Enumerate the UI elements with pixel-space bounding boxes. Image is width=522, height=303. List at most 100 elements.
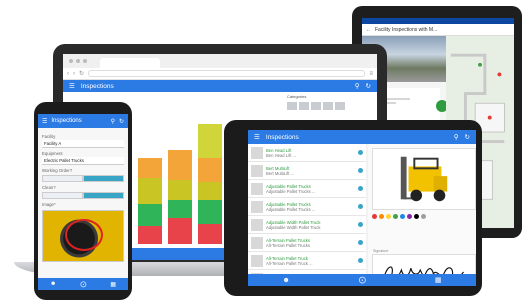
color-swatch[interactable] bbox=[400, 214, 405, 219]
front-tablet-screen: ☰ Inspections ⚲ ↻ Ben Head Lift Ben Head … bbox=[248, 130, 476, 286]
color-swatch[interactable] bbox=[386, 214, 391, 219]
search-icon[interactable]: ⚲ bbox=[454, 133, 459, 141]
color-swatch[interactable] bbox=[379, 214, 384, 219]
compass-icon[interactable]: ⨀ bbox=[359, 276, 366, 284]
chart-bar-segment bbox=[138, 226, 162, 244]
color-swatch[interactable] bbox=[421, 214, 426, 219]
refresh-icon[interactable]: ↻ bbox=[465, 133, 470, 141]
chevron-right-icon[interactable] bbox=[358, 258, 363, 263]
chart-bar-segment bbox=[168, 218, 192, 244]
clean-label: Clean? bbox=[42, 185, 56, 190]
toggle-option[interactable] bbox=[42, 192, 83, 199]
forward-arrow-icon[interactable]: › bbox=[73, 71, 75, 77]
list-item[interactable]: Adjustable Pallet Trucks Adjustable Palle… bbox=[248, 198, 366, 216]
laptop-app-bar: ☰ Inspections ⚲ ↻ bbox=[63, 80, 377, 92]
list-item[interactable]: Adjustable Pallet Trucks Adjustable Palle… bbox=[248, 180, 366, 198]
category-thumb[interactable] bbox=[323, 102, 333, 110]
back-tablet-toolbar: ← Facility Inspections with M... bbox=[362, 24, 514, 36]
app-title: Inspections bbox=[80, 82, 114, 90]
list-item-subtitle: Ben Head Lift ... bbox=[266, 152, 297, 158]
annotation-circle bbox=[65, 219, 103, 251]
list-item-text: All-Terrain Pallet Truck All-Terrain Pall… bbox=[266, 256, 355, 266]
list-item[interactable]: All-Terrain Pallet Trucks All-Terrain Pal… bbox=[248, 234, 366, 252]
clean-toggle[interactable] bbox=[42, 192, 124, 199]
color-swatch[interactable] bbox=[407, 214, 412, 219]
browser-menu-icon[interactable]: ≡ bbox=[369, 71, 373, 77]
address-bar[interactable] bbox=[88, 70, 366, 77]
chart-bar-segment bbox=[198, 224, 222, 244]
list-item-text: Adjustable Pallet Trucks Adjustable Palle… bbox=[266, 184, 355, 194]
list-item[interactable]: Adjustable Width Pallet Truck Adjustable … bbox=[248, 216, 366, 234]
front-tablet-bottom-nav: ☻ ⨀ ▦ bbox=[248, 274, 476, 286]
image-label: Image* bbox=[42, 202, 56, 207]
team-icon[interactable]: ☻ bbox=[50, 281, 56, 287]
toggle-option[interactable] bbox=[42, 175, 83, 182]
compass-icon[interactable]: ⨀ bbox=[80, 281, 86, 288]
working-order-label: Working Order? bbox=[42, 168, 73, 173]
list-item-subtitle: Adjustable Pallet Trucks ... bbox=[266, 188, 316, 194]
browser-toolbar: ‹ › ↻ ≡ bbox=[63, 68, 377, 80]
refresh-icon[interactable]: ↻ bbox=[119, 118, 124, 125]
equipment-thumbnail bbox=[251, 236, 263, 249]
reload-icon[interactable]: ↻ bbox=[79, 70, 84, 77]
list-item-subtitle: All-Terrain Pallet Trucks bbox=[266, 242, 310, 248]
window-minimize-icon[interactable] bbox=[76, 59, 80, 63]
chevron-right-icon[interactable] bbox=[358, 204, 363, 209]
hamburger-menu-icon[interactable]: ☰ bbox=[69, 82, 75, 90]
equipment-thumbnail bbox=[251, 254, 263, 267]
working-order-toggle[interactable] bbox=[42, 175, 124, 182]
hamburger-menu-icon[interactable]: ☰ bbox=[42, 118, 47, 125]
search-icon[interactable]: ⚲ bbox=[355, 82, 360, 90]
color-swatch[interactable] bbox=[372, 214, 377, 219]
back-tablet-title: Facility Inspections with M... bbox=[375, 26, 438, 33]
list-item-text: Bert MultiLift Bert MultiLift ... bbox=[266, 166, 355, 176]
category-thumb[interactable] bbox=[287, 102, 297, 110]
equipment-thumbnail bbox=[251, 164, 263, 177]
browser-tab[interactable] bbox=[100, 58, 160, 68]
toggle-option-selected[interactable] bbox=[83, 175, 124, 182]
calendar-icon[interactable]: ▦ bbox=[110, 281, 116, 288]
list-item[interactable]: Bert MultiLift Bert MultiLift ... bbox=[248, 162, 366, 180]
list-item-subtitle: Bert MultiLift ... bbox=[266, 170, 294, 176]
chevron-right-icon[interactable] bbox=[358, 150, 363, 155]
chevron-right-icon[interactable] bbox=[358, 240, 363, 245]
back-arrow-icon[interactable]: ← bbox=[366, 27, 371, 33]
front-tablet-device: ☰ Inspections ⚲ ↻ Ben Head Lift Ben Head … bbox=[224, 120, 482, 296]
color-swatch[interactable] bbox=[393, 214, 398, 219]
front-tablet-app-bar: ☰ Inspections ⚲ ↻ bbox=[248, 130, 476, 144]
list-item-subtitle: Adjustable Pallet Trucks ... bbox=[266, 206, 316, 212]
search-icon[interactable]: ⚲ bbox=[111, 118, 115, 125]
calendar-icon[interactable]: ▦ bbox=[435, 276, 442, 284]
equipment-thumbnail bbox=[251, 200, 263, 213]
chevron-right-icon[interactable] bbox=[358, 186, 363, 191]
equipment-thumbnail bbox=[251, 182, 263, 195]
category-thumb[interactable] bbox=[299, 102, 309, 110]
list-item[interactable]: Ben Head Lift Ben Head Lift ... bbox=[248, 144, 366, 162]
list-item-text: Adjustable Width Pallet Truck Adjustable … bbox=[266, 220, 355, 230]
equipment-detail-panel: Signature bbox=[368, 144, 476, 286]
toggle-option-selected[interactable] bbox=[83, 192, 124, 199]
facility-field[interactable]: Facility A bbox=[42, 140, 124, 148]
app-title: Inspections bbox=[265, 133, 299, 141]
hamburger-menu-icon[interactable]: ☰ bbox=[254, 133, 260, 141]
back-arrow-icon[interactable]: ‹ bbox=[67, 71, 69, 77]
chart-bar-segment bbox=[198, 182, 222, 200]
category-thumb[interactable] bbox=[335, 102, 345, 110]
equipment-thumbnail bbox=[251, 146, 263, 159]
chart-bar-segment bbox=[198, 158, 222, 182]
window-maximize-icon[interactable] bbox=[83, 59, 87, 63]
app-title: Inspections bbox=[51, 118, 82, 124]
list-item[interactable]: All-Terrain Pallet Truck All-Terrain Pall… bbox=[248, 252, 366, 270]
window-close-icon[interactable] bbox=[69, 59, 73, 63]
phone-screen: ☰ Inspections ⚲ ↻ Facility Facility A Eq… bbox=[38, 114, 128, 290]
color-swatch[interactable] bbox=[414, 214, 419, 219]
inspection-form: Facility Facility A Equipment Electric P… bbox=[38, 128, 128, 265]
equipment-field[interactable]: Electric Pallet Trucks bbox=[42, 157, 124, 165]
refresh-icon[interactable]: ↻ bbox=[366, 82, 371, 90]
team-icon[interactable]: ☻ bbox=[283, 277, 290, 284]
wheel-photo[interactable] bbox=[42, 210, 124, 262]
forklift-image bbox=[372, 148, 476, 210]
chevron-right-icon[interactable] bbox=[358, 222, 363, 227]
category-thumb[interactable] bbox=[311, 102, 321, 110]
chevron-right-icon[interactable] bbox=[358, 168, 363, 173]
